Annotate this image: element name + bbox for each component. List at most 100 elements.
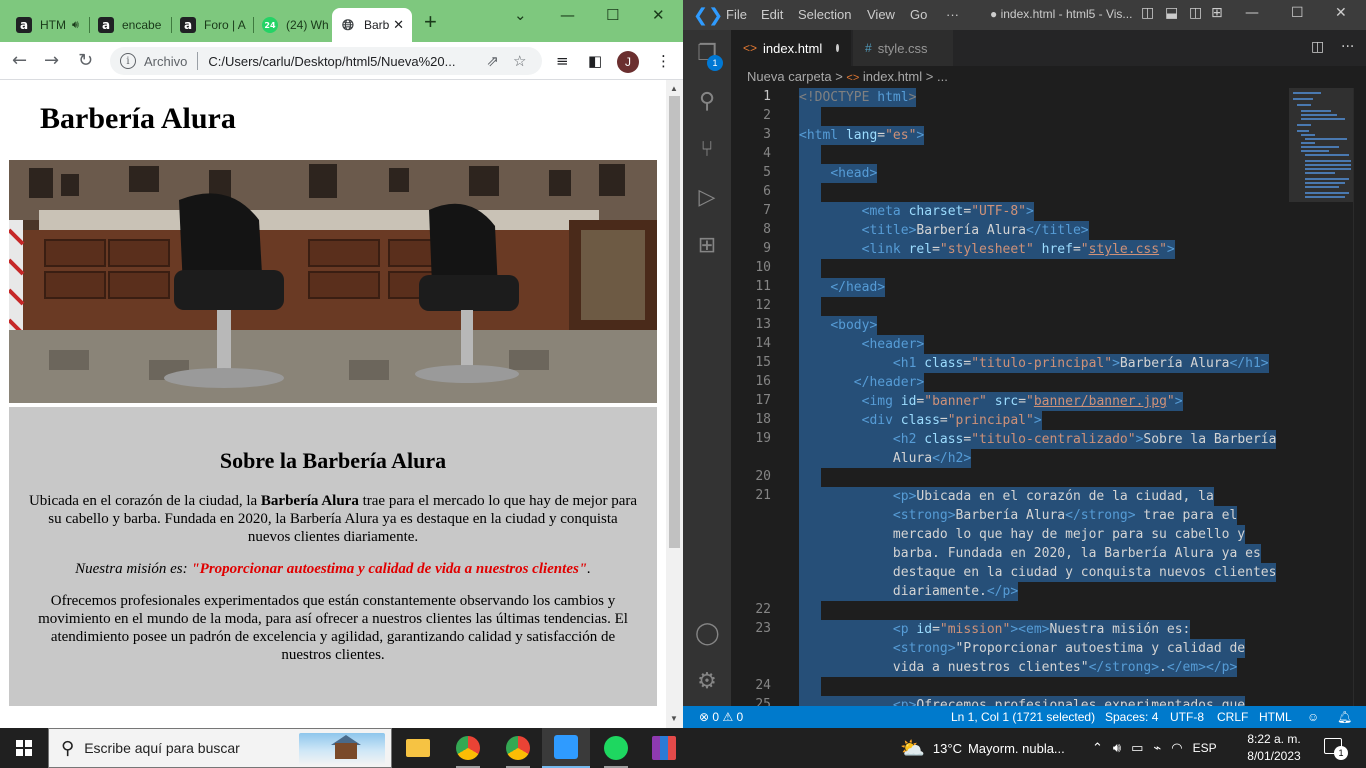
line-endings[interactable]: CRLF xyxy=(1217,710,1248,724)
code-editor[interactable]: <!DOCTYPE html> <html lang="es"> <head> … xyxy=(799,88,1289,706)
language-mode[interactable]: HTML xyxy=(1259,710,1292,724)
toggle-panel-icon[interactable]: ⬓ xyxy=(1165,5,1178,21)
run-debug-icon[interactable]: ▷ xyxy=(695,186,719,210)
tab-search-chevron-icon[interactable]: ⌄ xyxy=(514,6,527,24)
breadcrumb-folder[interactable]: Nueva carpeta xyxy=(747,69,832,84)
encoding[interactable]: UTF-8 xyxy=(1170,710,1204,724)
volume-icon[interactable]: 🔊︎ xyxy=(1113,741,1121,756)
minimize-icon[interactable]: — xyxy=(560,6,575,24)
notifications-bell-icon[interactable]: 🔔︎ xyxy=(1337,710,1352,724)
cursor-position[interactable]: Ln 1, Col 1 (1721 selected) xyxy=(951,710,1095,724)
side-panel-icon[interactable]: ◧ xyxy=(588,52,602,70)
chrome-tab-foro[interactable]: a Foro | A xyxy=(172,8,254,42)
extensions-icon[interactable]: ⊞ xyxy=(695,234,719,258)
back-arrow-icon[interactable]: ← xyxy=(12,50,27,71)
taskbar-clock[interactable]: 8:22 a. m. 8/01/2023 xyxy=(1244,731,1304,765)
split-editor-icon[interactable]: ◫ xyxy=(1311,39,1324,55)
speaker-icon[interactable]: 🔊︎ xyxy=(72,18,79,32)
indentation[interactable]: Spaces: 4 xyxy=(1105,710,1158,724)
chrome-profile-app[interactable] xyxy=(494,728,542,768)
problems-indicator[interactable]: ⊗ 0 ⚠ 0 xyxy=(699,710,743,724)
power-plug-icon[interactable]: ⌁ xyxy=(1153,741,1161,756)
maximize-icon[interactable]: ☐ xyxy=(606,6,619,24)
wifi-icon[interactable]: ◠ xyxy=(1171,741,1182,756)
minimap-line xyxy=(1301,142,1315,144)
profile-avatar[interactable]: J xyxy=(617,51,639,73)
editor-tab-style-css[interactable]: # style.css xyxy=(853,30,953,66)
accounts-icon[interactable]: ◯ xyxy=(695,622,720,646)
reading-list-icon[interactable]: ≡ xyxy=(556,52,569,70)
breadcrumb-file[interactable]: index.html xyxy=(863,69,922,84)
windows-start-icon[interactable] xyxy=(16,740,32,756)
more-actions-icon[interactable]: ··· xyxy=(1341,39,1354,55)
settings-gear-icon[interactable]: ⚙ xyxy=(695,670,719,694)
maximize-icon[interactable]: ☐ xyxy=(1291,5,1304,21)
cloud-sun-icon: ⛅ xyxy=(900,736,925,760)
unsaved-dot-icon[interactable] xyxy=(836,44,839,52)
line-number: 14 xyxy=(755,336,771,351)
toggle-secondary-sidebar-icon[interactable]: ◫ xyxy=(1189,5,1202,21)
menu-more[interactable]: ··· xyxy=(946,7,959,22)
chrome-tab-barberia[interactable]: 🌐︎ Barb ✕ xyxy=(332,8,412,42)
input-language[interactable]: ESP xyxy=(1193,741,1217,755)
minimize-icon[interactable]: — xyxy=(1245,5,1259,21)
scroll-up-arrow-icon[interactable]: ▲ xyxy=(670,84,678,93)
code-line: <head> xyxy=(799,164,878,183)
scrollbar-thumb[interactable] xyxy=(669,96,680,548)
line-number: 3 xyxy=(763,127,771,142)
search-icon[interactable]: ⚲ xyxy=(695,90,719,114)
warning-icon: ⚠ xyxy=(722,710,734,724)
chrome-app[interactable] xyxy=(444,728,492,768)
minimap-line xyxy=(1305,164,1351,166)
file-explorer-app[interactable] xyxy=(394,728,442,768)
spotify-app[interactable] xyxy=(592,728,640,768)
line-number: 23 xyxy=(755,621,771,636)
menu-edit[interactable]: Edit xyxy=(761,7,783,22)
feedback-icon[interactable]: ☺ xyxy=(1307,710,1319,724)
editor-scrollbar[interactable] xyxy=(1353,88,1366,706)
code-line: destaque en la ciudad y conquista nuevos… xyxy=(799,563,1277,582)
scroll-down-arrow-icon[interactable]: ▼ xyxy=(670,714,678,723)
line-number: 5 xyxy=(763,165,771,180)
source-control-icon[interactable]: ⑂ xyxy=(695,138,719,162)
clock-date: 8/01/2023 xyxy=(1247,749,1301,763)
close-window-icon[interactable]: ✕ xyxy=(1335,5,1347,21)
forward-arrow-icon[interactable]: → xyxy=(44,50,59,71)
code-line: mercado lo que hay de mejor para su cabe… xyxy=(799,525,1246,544)
services-paragraph: Ofrecemos profesionales experimentados q… xyxy=(38,593,628,663)
close-tab-icon[interactable]: ✕ xyxy=(393,17,404,33)
minimap[interactable] xyxy=(1289,88,1353,706)
page-scrollbar[interactable]: ▲ ▼ xyxy=(666,80,683,728)
menu-view[interactable]: View xyxy=(867,7,895,22)
kebab-menu-icon[interactable]: ⋮ xyxy=(656,52,671,70)
menu-selection[interactable]: Selection xyxy=(798,7,851,22)
weather-widget[interactable]: ⛅ 13°C Mayorm. nubla... xyxy=(900,728,1065,768)
line-number: 6 xyxy=(763,184,771,199)
vscode-app[interactable] xyxy=(542,728,590,768)
info-icon[interactable]: i xyxy=(120,53,136,69)
chrome-tab-whatsapp[interactable]: 24 (24) Wh xyxy=(254,8,332,42)
bookmark-star-icon[interactable]: ☆ xyxy=(513,52,526,70)
new-tab-button[interactable]: + xyxy=(424,11,437,33)
weather-temperature: 13°C xyxy=(932,740,962,756)
battery-icon[interactable]: ▭ xyxy=(1131,741,1143,756)
breadcrumb-more[interactable]: ... xyxy=(937,69,948,84)
customize-layout-icon[interactable]: ⊞ xyxy=(1211,5,1223,21)
reload-icon[interactable]: ↻ xyxy=(78,50,93,71)
toggle-sidebar-icon[interactable]: ◫ xyxy=(1141,5,1154,21)
chrome-tab-encabe[interactable]: a encabe xyxy=(90,8,172,42)
share-icon[interactable]: ⇗ xyxy=(486,52,499,70)
alura-favicon-icon: a xyxy=(98,17,114,33)
menu-go[interactable]: Go xyxy=(910,7,927,22)
chrome-tab-htm[interactable]: a HTM 🔊︎ xyxy=(8,8,90,42)
close-window-icon[interactable]: ✕ xyxy=(652,6,665,24)
menu-file[interactable]: File xyxy=(726,7,747,22)
address-bar[interactable]: i Archivo C:/Users/carlu/Desktop/html5/N… xyxy=(110,47,542,75)
chevron-up-icon[interactable]: ⌃ xyxy=(1092,741,1103,756)
line-number: 4 xyxy=(763,146,771,161)
editor-tab-index-html[interactable]: <> index.html xyxy=(731,30,851,66)
winrar-app[interactable] xyxy=(640,728,688,768)
chevron-right-icon: > xyxy=(835,69,847,84)
taskbar-search-box[interactable]: ⚲ Escribe aquí para buscar xyxy=(48,728,392,768)
url-text[interactable]: C:/Users/carlu/Desktop/html5/Nueva%20... xyxy=(208,54,476,69)
